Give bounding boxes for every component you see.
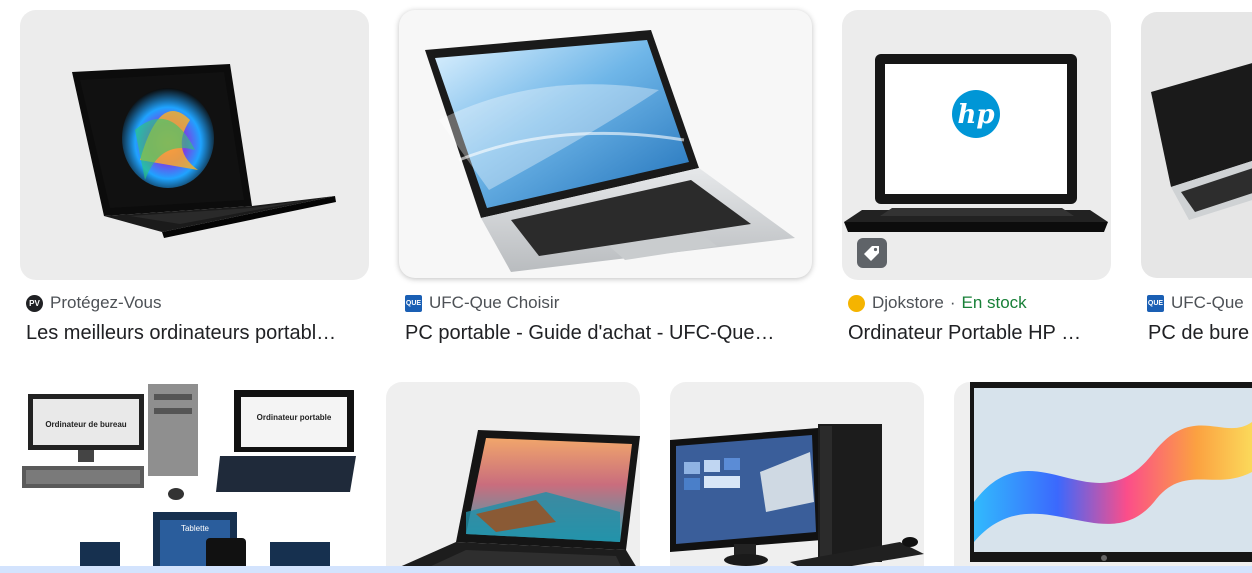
- result-title[interactable]: Ordinateur Portable HP …: [848, 320, 1110, 346]
- ufc-que-choisir-favicon: QUE: [405, 294, 422, 312]
- source-name: UFC-Que Choisir: [429, 293, 560, 312]
- laptop-image: [1151, 63, 1252, 220]
- result-thumbnail[interactable]: [386, 382, 640, 573]
- result-thumbnail[interactable]: [670, 382, 924, 573]
- label-tablette: Tablette: [181, 524, 210, 533]
- source-name: UFC-Que: [1171, 293, 1244, 312]
- separator-dot: ·: [949, 293, 956, 312]
- image-result-card[interactable]: QUE UFC-Que Choisir PC portable - Guide …: [380, 0, 830, 360]
- image-result-card[interactable]: PV Protégez-Vous Les meilleurs ordinateu…: [0, 0, 380, 360]
- result-source[interactable]: QUE UFC-Que: [1147, 292, 1244, 314]
- protegez-vous-favicon: PV: [26, 294, 43, 312]
- djokstore-favicon: [848, 294, 865, 312]
- source-name: Djokstore: [872, 293, 944, 312]
- image-result-card[interactable]: QUE UFC-Que PC de bure: [1130, 0, 1252, 360]
- label-bureau: Ordinateur de bureau: [45, 420, 126, 429]
- result-thumbnail[interactable]: [1141, 12, 1252, 278]
- result-thumbnail[interactable]: Ordinateur de bureau Ordinateur portable…: [20, 382, 356, 573]
- laptop-image: [386, 430, 640, 573]
- result-thumbnail[interactable]: [20, 10, 369, 280]
- desktop-pc-image: [670, 424, 924, 573]
- shopping-tag-icon: [864, 246, 879, 261]
- label-portable: Ordinateur portable: [257, 413, 332, 422]
- result-title[interactable]: Les meilleurs ordinateurs portabl…: [26, 320, 366, 346]
- laptop-image: [72, 64, 336, 238]
- stock-status: En stock: [961, 293, 1027, 312]
- devices-diagram-image: Ordinateur de bureau Ordinateur portable…: [22, 384, 356, 573]
- svg-text:hp: hp: [957, 100, 994, 130]
- laptop-image: [425, 30, 795, 272]
- laptop-image: [970, 382, 1252, 562]
- result-source[interactable]: QUE UFC-Que Choisir: [405, 292, 559, 314]
- image-result-card[interactable]: hp Djokstore · En stock Ordinateur Porta…: [830, 0, 1130, 360]
- result-source[interactable]: Djokstore · En stock: [848, 292, 1027, 314]
- result-source[interactable]: PV Protégez-Vous: [26, 292, 162, 314]
- shopping-tag-badge: [857, 238, 887, 268]
- result-title[interactable]: PC portable - Guide d'achat - UFC-Que…: [405, 320, 815, 346]
- result-thumbnail[interactable]: [399, 10, 812, 278]
- source-name: Protégez-Vous: [50, 293, 162, 312]
- result-title[interactable]: PC de bure: [1148, 320, 1252, 346]
- bottom-highlight-bar: [0, 566, 1252, 573]
- ufc-que-choisir-favicon: QUE: [1147, 294, 1164, 312]
- result-thumbnail[interactable]: [954, 382, 1252, 573]
- result-thumbnail[interactable]: hp: [842, 10, 1111, 280]
